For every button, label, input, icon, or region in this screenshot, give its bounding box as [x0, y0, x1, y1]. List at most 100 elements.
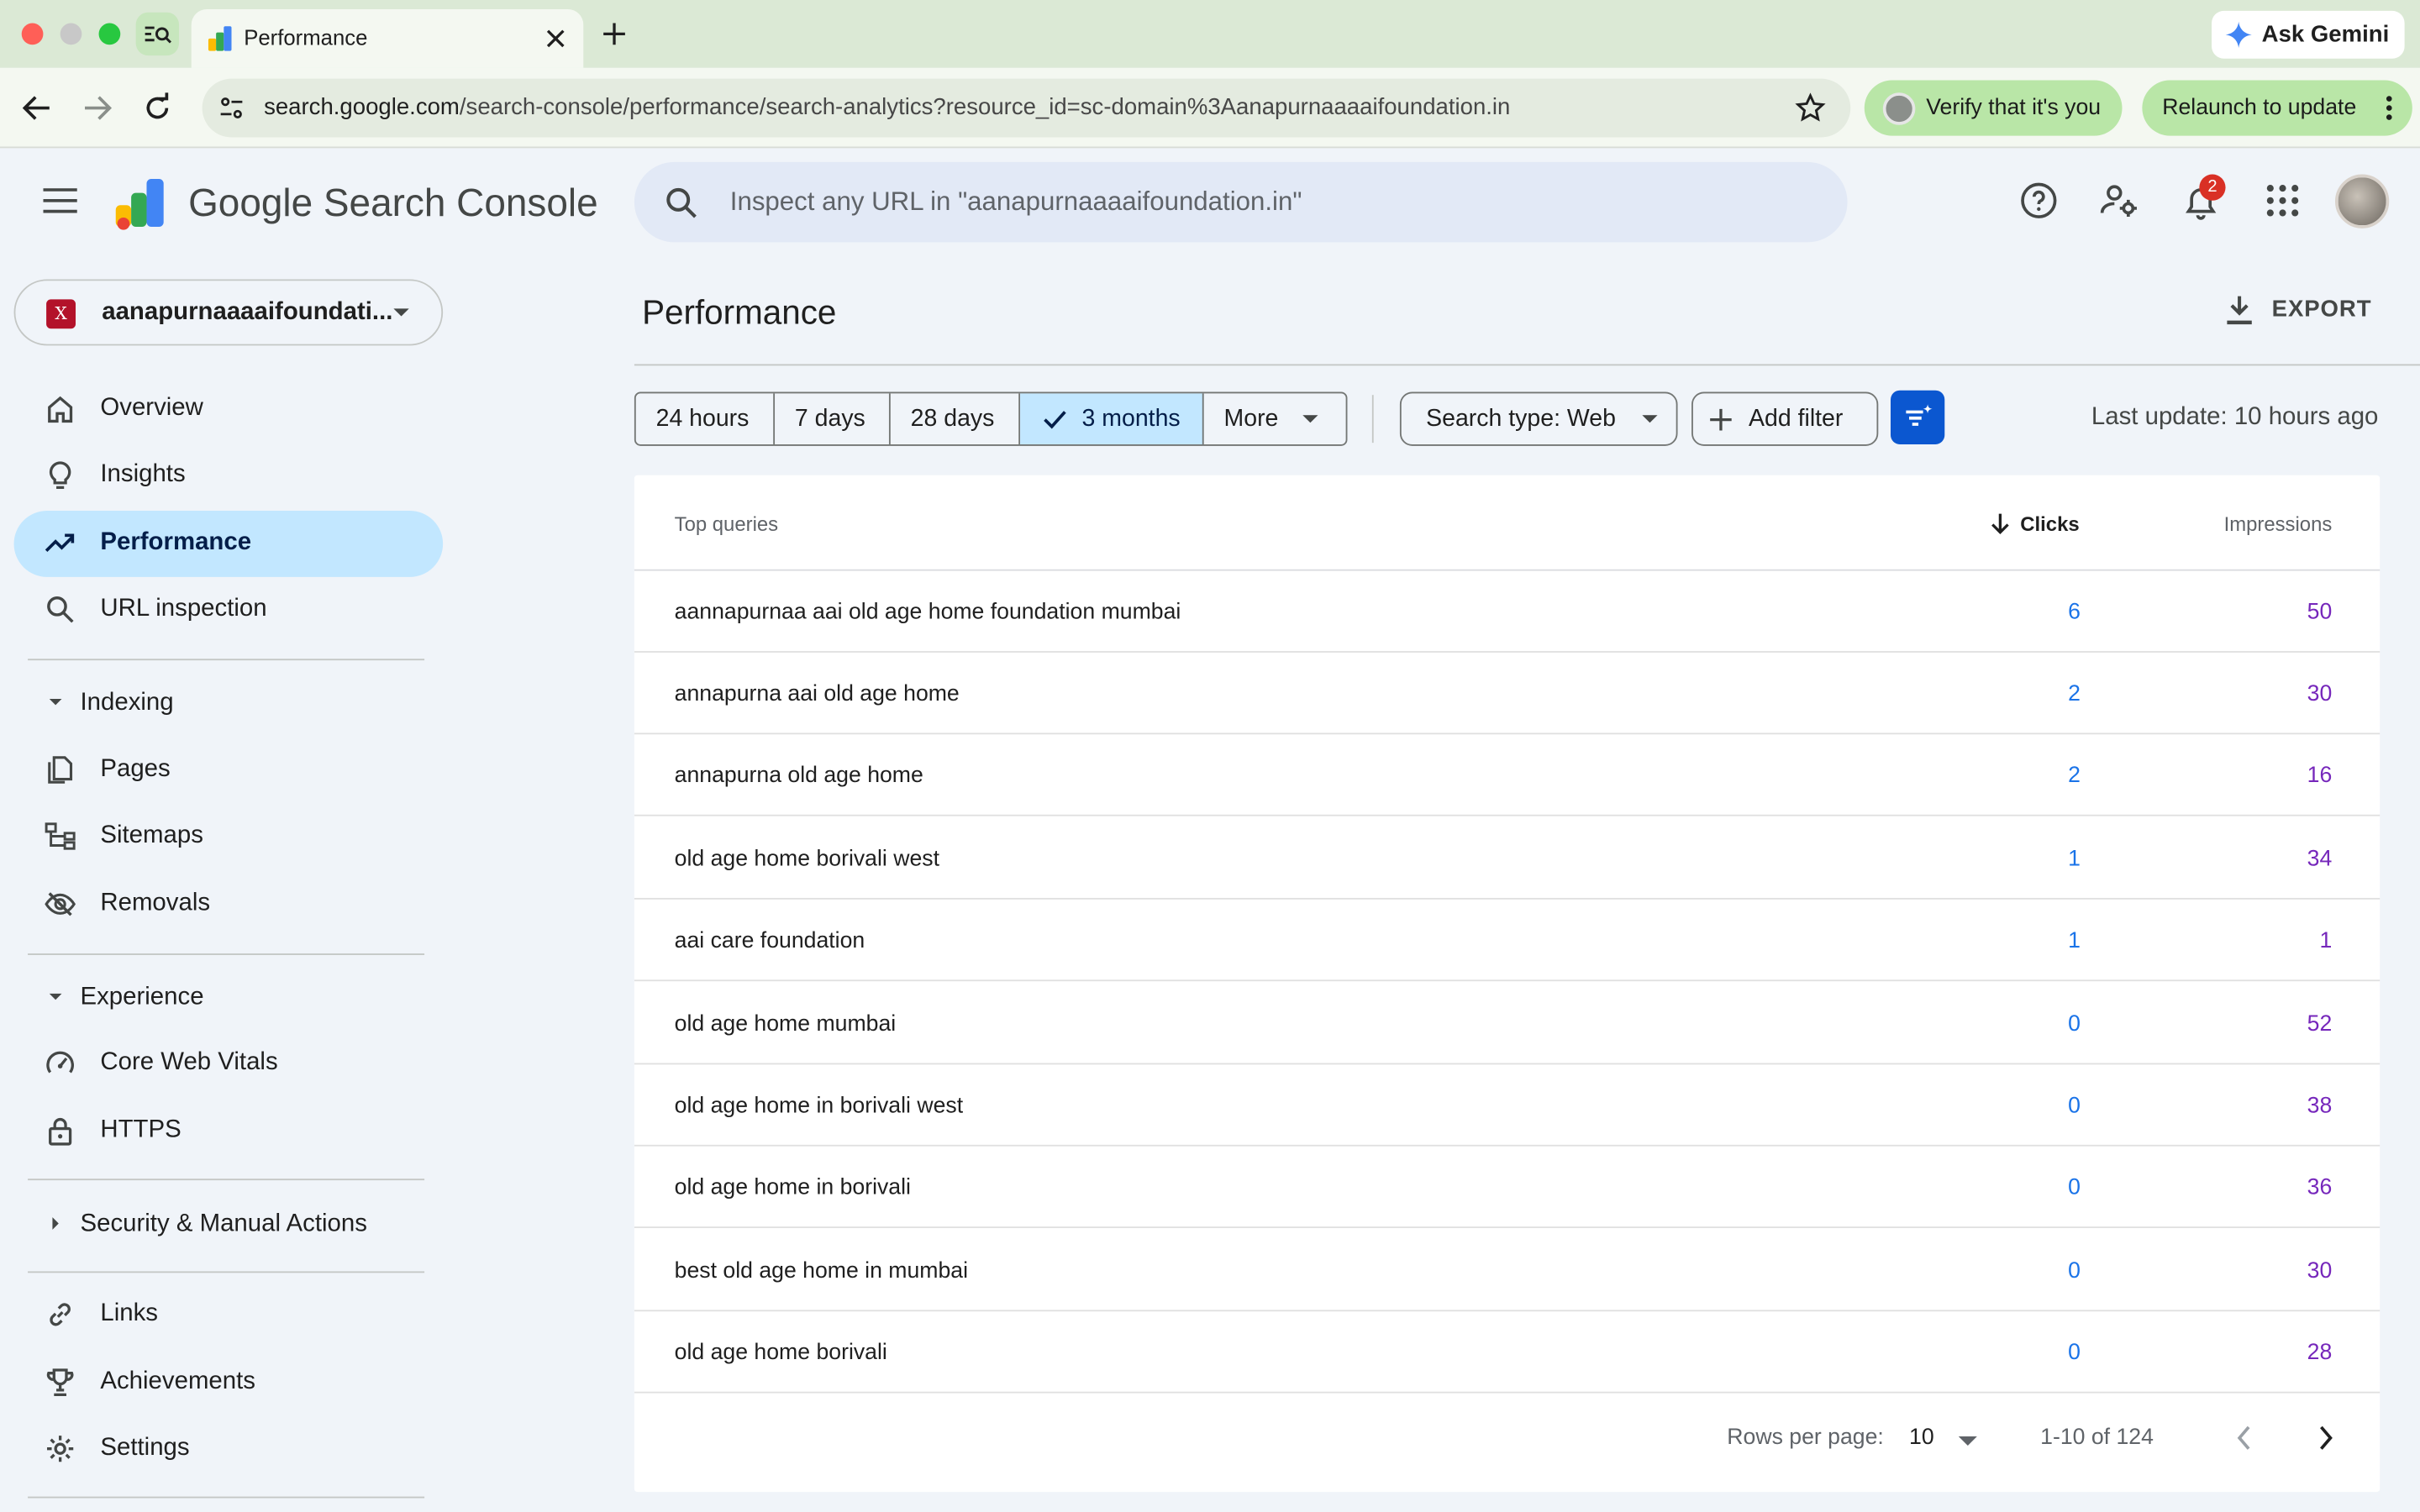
page-title: Performance: [642, 292, 837, 332]
table-row[interactable]: annapurna old age home 2 16: [634, 734, 2381, 816]
sidebar-item-achievements[interactable]: Achievements: [14, 1350, 444, 1416]
section-security-manual-actions[interactable]: Security & Manual Actions: [28, 1193, 429, 1254]
sidebar-item-label: Removals: [100, 890, 211, 917]
url-path: /search-console/performance/search-analy…: [459, 94, 1511, 121]
table-pagination: Rows per page: 10 1-10 of 124: [634, 1394, 2380, 1487]
search-icon: [666, 187, 697, 218]
sidebar-item-sitemaps[interactable]: Sitemaps: [14, 804, 444, 870]
bookmark-star-icon[interactable]: [1795, 92, 1826, 123]
inspect-url-search[interactable]: Inspect any URL in "aanapurnaaaaifoundat…: [634, 161, 1848, 243]
clicks-cell: 1: [2068, 847, 2081, 872]
help-icon[interactable]: [2018, 181, 2059, 221]
back-arrow-icon[interactable]: [22, 94, 53, 122]
apps-grid-icon[interactable]: [2263, 181, 2303, 221]
clicks-cell: 0: [2068, 1175, 2081, 1200]
sidebar-item-label: Links: [100, 1300, 159, 1327]
sidebar-divider: [28, 953, 425, 955]
range-more-label: More: [1223, 406, 1279, 433]
sidebar-item-links[interactable]: Links: [14, 1282, 444, 1348]
column-header-query[interactable]: Top queries: [675, 512, 778, 536]
chevron-down-icon: [1302, 415, 1318, 423]
clicks-cell: 6: [2068, 600, 2081, 625]
table-row[interactable]: old age home borivali west 1 34: [634, 817, 2381, 900]
property-badge: X: [46, 299, 76, 329]
table-row[interactable]: aannapurnaa aai old age home foundation …: [634, 571, 2381, 653]
sidebar-item-insights[interactable]: Insights: [14, 443, 444, 509]
range-7-days[interactable]: 7 days: [775, 393, 891, 444]
section-title: Indexing: [80, 690, 174, 717]
relaunch-button[interactable]: Relaunch to update: [2142, 80, 2412, 136]
table-row[interactable]: annapurna aai old age home 2 30: [634, 653, 2381, 735]
column-header-impressions[interactable]: Impressions: [2224, 512, 2333, 536]
impressions-cell: 38: [2307, 1094, 2333, 1119]
sidebar-item-label: Achievements: [100, 1368, 255, 1395]
more-vert-icon[interactable]: [2384, 96, 2393, 120]
sidebar-item-label: Performance: [100, 528, 252, 556]
caret-down-icon: [49, 993, 62, 1000]
reload-icon[interactable]: [142, 92, 173, 123]
inspect-url-input[interactable]: Inspect any URL in "aanapurnaaaaifoundat…: [730, 186, 1302, 218]
close-window-button[interactable]: [21, 23, 44, 45]
table-row[interactable]: best old age home in mumbai 0 30: [634, 1230, 2381, 1312]
sidebar-item-url-inspection[interactable]: URL inspection: [14, 577, 444, 643]
address-bar[interactable]: search.google.com/search-console/perform…: [202, 78, 1851, 138]
product-name[interactable]: Google Search Console: [188, 182, 598, 227]
range-3-months[interactable]: 3 months: [1020, 393, 1204, 444]
search-type-filter[interactable]: Search type: Web: [1399, 391, 1678, 446]
previous-page-icon[interactable]: [2236, 1425, 2251, 1450]
clicks-cell: 0: [2068, 1258, 2081, 1284]
range-28-days[interactable]: 28 days: [891, 393, 1021, 444]
sidebar-item-performance[interactable]: Performance: [13, 510, 444, 577]
date-range-selector: 24 hours 7 days 28 days 3 months More: [634, 391, 1348, 446]
table-row[interactable]: old age home in borivali 0 36: [634, 1147, 2381, 1229]
next-page-icon[interactable]: [2318, 1425, 2333, 1450]
query-cell: best old age home in mumbai: [674, 1258, 969, 1284]
section-title: Experience: [80, 984, 204, 1011]
add-filter-button[interactable]: Add filter: [1691, 391, 1879, 446]
section-experience[interactable]: Experience: [28, 966, 429, 1027]
sidebar-item-overview[interactable]: Overview: [14, 376, 444, 443]
rows-per-page-select[interactable]: 10: [1909, 1420, 2008, 1462]
export-button[interactable]: EXPORT: [2223, 288, 2372, 331]
table-row[interactable]: old age home in borivali west 0 38: [634, 1064, 2381, 1147]
eye-off-icon: [45, 892, 76, 916]
maximize-window-button[interactable]: [98, 23, 121, 45]
sidebar-item-removals[interactable]: Removals: [14, 872, 444, 938]
new-tab-icon[interactable]: [602, 22, 626, 46]
plus-icon: [1710, 408, 1732, 431]
trophy-icon: [46, 1368, 74, 1397]
chevron-down-icon: [1642, 415, 1658, 423]
table-row[interactable]: old age home mumbai 0 52: [634, 983, 2381, 1065]
sparkle-filter-icon: [1906, 404, 1933, 426]
browser-tabstrip: Performance Ask Gemini: [0, 0, 2420, 68]
tab-search-button[interactable]: [135, 12, 180, 56]
sidebar-item-core-web-vitals[interactable]: Core Web Vitals: [14, 1031, 444, 1097]
browser-tab-performance[interactable]: Performance: [191, 9, 584, 68]
section-indexing[interactable]: Indexing: [28, 671, 429, 732]
verify-identity-button[interactable]: Verify that it's you: [1864, 80, 2123, 136]
clicks-cell: 0: [2068, 1094, 2081, 1119]
manage-users-icon[interactable]: [2099, 181, 2139, 221]
range-24-hours[interactable]: 24 hours: [636, 393, 776, 444]
sidebar-item-label: HTTPS: [100, 1116, 182, 1144]
close-tab-icon[interactable]: [544, 28, 566, 50]
ask-gemini-button[interactable]: Ask Gemini: [2212, 10, 2405, 59]
trending-up-icon: [45, 533, 75, 553]
ai-filter-button[interactable]: [1890, 390, 1945, 444]
impressions-cell: 34: [2307, 847, 2333, 872]
table-row[interactable]: old age home borivali 0 28: [634, 1311, 2381, 1394]
account-avatar[interactable]: [2334, 174, 2390, 228]
range-more[interactable]: More: [1204, 393, 1346, 444]
minimize-window-button[interactable]: [60, 23, 82, 45]
table-row[interactable]: aai care foundation 1 1: [634, 900, 2381, 982]
query-cell: annapurna aai old age home: [674, 681, 960, 707]
sidebar-item-pages[interactable]: Pages: [14, 738, 444, 804]
top-queries-table: Top queries Clicks Impressions aannapurn…: [634, 475, 2381, 1493]
forward-arrow-icon[interactable]: [82, 94, 113, 122]
site-info-icon[interactable]: [219, 96, 244, 120]
download-icon: [2227, 296, 2252, 325]
sidebar-item-https[interactable]: HTTPS: [14, 1099, 444, 1165]
sidebar-item-settings[interactable]: Settings: [14, 1416, 444, 1483]
main-menu-icon[interactable]: [43, 188, 77, 213]
property-selector[interactable]: X aanapurnaaaaifoundati...: [13, 279, 444, 346]
